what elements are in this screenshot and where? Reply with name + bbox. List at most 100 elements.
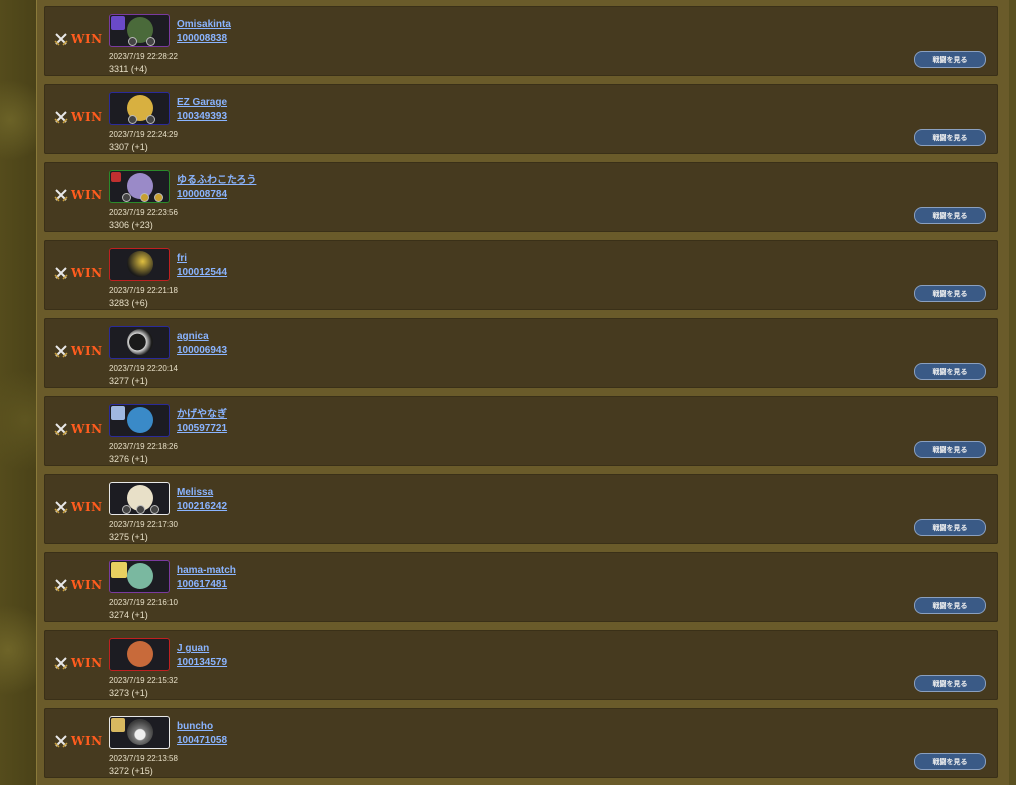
avatar-badge [146,37,155,46]
opponent-name-link[interactable]: agnica [177,330,209,344]
battle-row: WIN Omisakinta 100008838 2023/7/19 22:28… [44,6,998,76]
battle-row: WIN Melissa 100216242 2023/7/19 22:17:30… [44,474,998,544]
result-indicator: WIN [54,344,103,358]
opponent-avatar[interactable] [109,14,170,47]
opponent-avatar[interactable] [109,638,170,671]
opponent-id-link[interactable]: 100008838 [177,32,227,46]
rating-score: 3283 (+6) [109,298,148,308]
crossed-swords-icon [54,189,68,202]
battle-row: WIN ゆるふわこたろう 100008784 2023/7/19 22:23:5… [44,162,998,232]
avatar-badge [146,115,155,124]
battle-datetime: 2023/7/19 22:28:22 [109,52,178,61]
avatar-badge [140,193,149,202]
battle-datetime: 2023/7/19 22:16:10 [109,598,178,607]
win-label: WIN [71,500,103,514]
win-label: WIN [71,656,103,670]
view-battle-button[interactable]: 戦闘を見る [914,753,986,770]
crossed-swords-icon [54,657,68,670]
opponent-avatar[interactable] [109,404,170,437]
avatar-badge [136,505,145,514]
battle-datetime: 2023/7/19 22:21:18 [109,286,178,295]
win-label: WIN [71,110,103,124]
win-label: WIN [71,734,103,748]
opponent-avatar[interactable] [109,170,170,203]
battle-datetime: 2023/7/19 22:20:14 [109,364,178,373]
win-label: WIN [71,344,103,358]
view-battle-button[interactable]: 戦闘を見る [914,363,986,380]
opponent-id-link[interactable]: 100006943 [177,344,227,358]
opponent-avatar[interactable] [109,248,170,281]
opponent-name-link[interactable]: ゆるふわこたろう [177,174,256,188]
opponent-name-link[interactable]: fri [177,252,187,266]
avatar-badge [154,193,163,202]
battle-row: WIN J guan 100134579 2023/7/19 22:15:32 … [44,630,998,700]
avatar-badge [128,37,137,46]
opponent-id-link[interactable]: 100349393 [177,110,227,124]
opponent-id-link[interactable]: 100216242 [177,500,227,514]
battle-row: WIN buncho 100471058 2023/7/19 22:13:58 … [44,708,998,778]
opponent-avatar[interactable] [109,716,170,749]
battle-row: WIN かげやなぎ 100597721 2023/7/19 22:18:26 3… [44,396,998,466]
rating-score: 3276 (+1) [109,454,148,464]
battle-row: WIN agnica 100006943 2023/7/19 22:20:14 … [44,318,998,388]
avatar-emblem [111,406,125,420]
avatar-portrait [127,719,153,745]
rating-score: 3307 (+1) [109,142,148,152]
view-battle-button[interactable]: 戦闘を見る [914,285,986,302]
view-battle-button[interactable]: 戦闘を見る [914,519,986,536]
opponent-id-link[interactable]: 100471058 [177,734,227,748]
opponent-id-link[interactable]: 100008784 [177,188,227,202]
win-label: WIN [71,266,103,280]
result-indicator: WIN [54,578,103,592]
opponent-name-link[interactable]: hama-match [177,564,236,578]
win-label: WIN [71,188,103,202]
avatar-badge [128,115,137,124]
avatar-portrait [127,641,153,667]
view-battle-button[interactable]: 戦闘を見る [914,51,986,68]
opponent-avatar[interactable] [109,92,170,125]
opponent-avatar[interactable] [109,326,170,359]
avatar-badge [122,193,131,202]
avatar-portrait [127,251,153,277]
battle-datetime: 2023/7/19 22:23:56 [109,208,178,217]
avatar-badge [122,505,131,514]
opponent-id-link[interactable]: 100597721 [177,422,227,436]
rating-score: 3274 (+1) [109,610,148,620]
battle-row: WIN fri 100012544 2023/7/19 22:21:18 328… [44,240,998,310]
opponent-name-link[interactable]: Melissa [177,486,213,500]
opponent-name-link[interactable]: buncho [177,720,213,734]
avatar-portrait [127,407,153,433]
left-background-texture [0,0,36,785]
view-battle-button[interactable]: 戦闘を見る [914,129,986,146]
opponent-name-link[interactable]: かげやなぎ [177,408,227,422]
result-indicator: WIN [54,656,103,670]
win-label: WIN [71,578,103,592]
opponent-name-link[interactable]: Omisakinta [177,18,231,32]
opponent-id-link[interactable]: 100134579 [177,656,227,670]
result-indicator: WIN [54,110,103,124]
opponent-avatar[interactable] [109,560,170,593]
crossed-swords-icon [54,33,68,46]
win-label: WIN [71,32,103,46]
opponent-id-link[interactable]: 100012544 [177,266,227,280]
result-indicator: WIN [54,266,103,280]
result-indicator: WIN [54,500,103,514]
avatar-emblem [111,172,121,182]
avatar-badge [150,505,159,514]
opponent-id-link[interactable]: 100617481 [177,578,227,592]
view-battle-button[interactable]: 戦闘を見る [914,441,986,458]
rating-score: 3306 (+23) [109,220,153,230]
battle-row: WIN EZ Garage 100349393 2023/7/19 22:24:… [44,84,998,154]
result-indicator: WIN [54,188,103,202]
crossed-swords-icon [54,423,68,436]
opponent-name-link[interactable]: J guan [177,642,209,656]
view-battle-button[interactable]: 戦闘を見る [914,207,986,224]
view-battle-button[interactable]: 戦闘を見る [914,597,986,614]
rating-score: 3311 (+4) [109,64,148,74]
view-battle-button[interactable]: 戦闘を見る [914,675,986,692]
avatar-emblem [111,718,125,732]
battle-datetime: 2023/7/19 22:15:32 [109,676,178,685]
win-label: WIN [71,422,103,436]
opponent-name-link[interactable]: EZ Garage [177,96,227,110]
opponent-avatar[interactable] [109,482,170,515]
